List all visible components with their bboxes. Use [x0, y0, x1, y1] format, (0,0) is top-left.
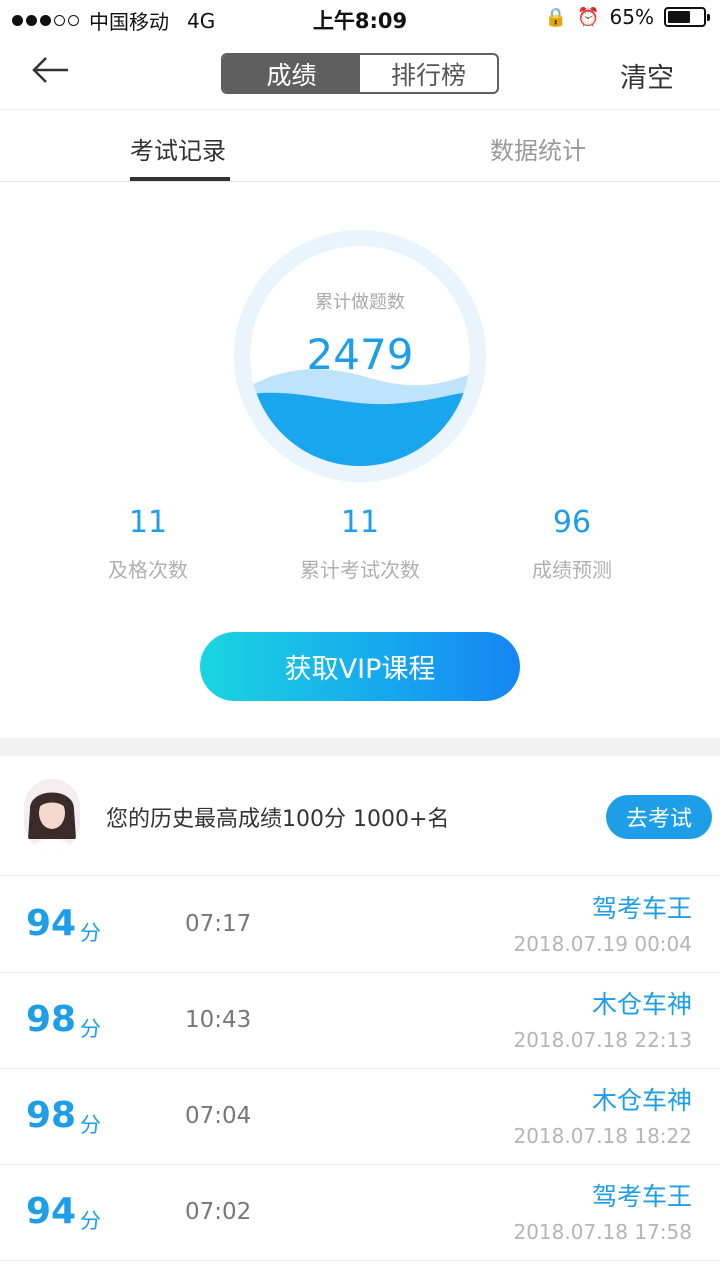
- record-date: 2018.07.18 22:13: [513, 1028, 692, 1052]
- record-score: 94: [26, 1191, 77, 1232]
- tab-bar: 考试记录 数据统计: [0, 111, 720, 182]
- record-title: 驾考车王: [591, 1182, 692, 1211]
- record-date: 2018.07.18 18:22: [513, 1124, 692, 1148]
- clear-button[interactable]: 清空: [620, 56, 674, 95]
- alarm-icon: ⏰: [577, 6, 600, 28]
- record-row[interactable]: 94 分 07:02 驾考车王 2018.07.18 17:58: [0, 1165, 720, 1261]
- get-vip-course-button[interactable]: 获取VIP课程: [200, 632, 520, 701]
- record-duration: 10:43: [185, 1007, 252, 1033]
- record-score: 94: [26, 903, 77, 944]
- record-score: 98: [26, 999, 77, 1040]
- record-score-unit: 分: [80, 1209, 101, 1233]
- section-divider: [0, 738, 720, 756]
- record-row[interactable]: 98 分 07:04 木仓车神 2018.07.18 18:22: [0, 1069, 720, 1165]
- rotation-lock-icon: 🔒: [544, 6, 568, 28]
- record-date: 2018.07.18 17:58: [513, 1220, 692, 1244]
- stat-exam-count: 11 累计考试次数: [240, 505, 480, 583]
- total-questions-gauge: 累计做题数 2479: [234, 230, 486, 482]
- tab-active-indicator: [130, 177, 230, 181]
- record-score-unit: 分: [80, 921, 101, 945]
- battery-icon: [664, 7, 710, 27]
- record-title: 驾考车王: [591, 894, 692, 923]
- record-score-unit: 分: [80, 1113, 101, 1137]
- record-score: 98: [26, 1095, 77, 1136]
- gauge-label: 累计做题数: [315, 292, 405, 313]
- status-right: 🔒 ⏰ 65%: [544, 5, 710, 29]
- status-bar: 中国移动 4G 上午8:09 🔒 ⏰ 65%: [0, 0, 720, 38]
- gauge-value: 2479: [306, 330, 414, 379]
- record-score-unit: 分: [80, 1017, 101, 1041]
- record-duration: 07:02: [185, 1199, 252, 1225]
- stat-score-prediction: 96 成绩预测: [452, 505, 692, 583]
- stat-label: 累计考试次数: [300, 558, 420, 582]
- record-row[interactable]: 98 分 10:43 木仓车神 2018.07.18 22:13: [0, 973, 720, 1069]
- battery-percent: 65%: [609, 5, 654, 29]
- stats-row: 11 及格次数 11 累计考试次数 96 成绩预测: [0, 505, 720, 595]
- segmented-control: 成绩 排行榜: [221, 53, 499, 94]
- stat-label: 成绩预测: [532, 558, 612, 582]
- avatar: [24, 779, 80, 851]
- stat-pass-count: 11 及格次数: [28, 505, 268, 583]
- stat-label: 及格次数: [108, 558, 188, 582]
- segment-ranking[interactable]: 排行榜: [360, 55, 497, 92]
- tab-data-statistics[interactable]: 数据统计: [490, 131, 586, 166]
- best-score-text: 您的历史最高成绩100分 1000+名: [106, 807, 450, 832]
- record-row[interactable]: 94 分 07:17 驾考车王 2018.07.19 00:04: [0, 877, 720, 973]
- record-duration: 07:17: [185, 911, 252, 937]
- avatar-image: [24, 779, 80, 851]
- stat-value: 96: [552, 505, 592, 540]
- tab-exam-records[interactable]: 考试记录: [130, 131, 226, 166]
- record-title: 木仓车神: [591, 990, 692, 1019]
- best-score-row: 您的历史最高成绩100分 1000+名 去考试: [0, 756, 720, 876]
- back-button[interactable]: [30, 52, 80, 88]
- record-duration: 07:04: [185, 1103, 252, 1129]
- go-exam-button[interactable]: 去考试: [606, 795, 712, 839]
- record-date: 2018.07.19 00:04: [513, 932, 692, 956]
- stat-value: 11: [340, 505, 380, 540]
- exam-records-list: 94 分 07:17 驾考车王 2018.07.19 00:04 98 分 10…: [0, 877, 720, 1280]
- back-arrow-icon: [32, 57, 68, 83]
- stat-value: 11: [128, 505, 168, 540]
- record-title: 木仓车神: [591, 1086, 692, 1115]
- nav-bar: 成绩 排行榜 清空: [0, 38, 720, 110]
- segment-score[interactable]: 成绩: [223, 55, 360, 92]
